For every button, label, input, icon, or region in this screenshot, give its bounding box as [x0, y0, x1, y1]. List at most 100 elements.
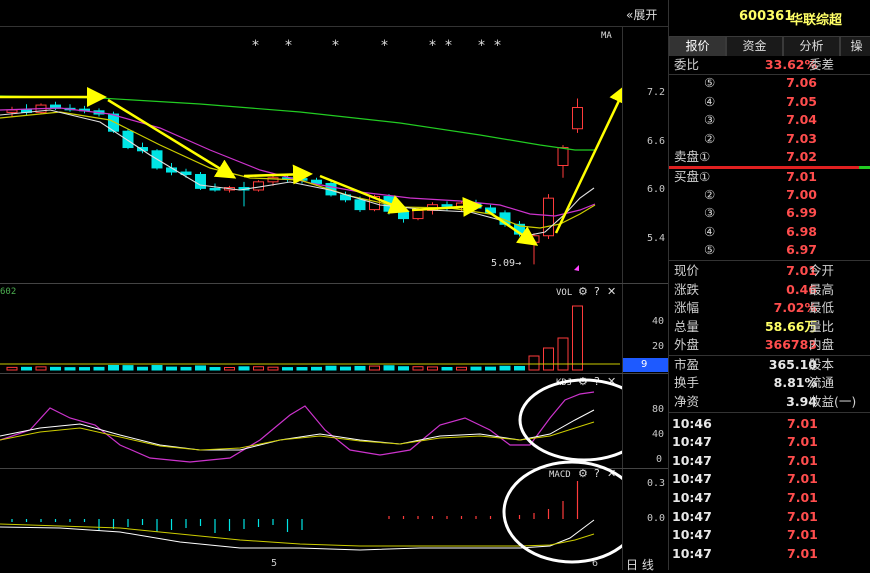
sell-level[interactable]: ④ 7.05 [669, 93, 870, 111]
level-label: ⑤ [704, 242, 716, 257]
level-price: 7.01 [786, 169, 817, 184]
tick-time: 10:47 [672, 434, 712, 449]
volume-bar [340, 366, 351, 371]
volume-bar [499, 365, 511, 371]
level-label: ② [704, 131, 716, 146]
tick-row: 10:46 7.01 [669, 415, 870, 433]
volume-bar [282, 367, 293, 371]
stock-code: 600361 [739, 9, 794, 24]
stat-label: 涨跌 [674, 282, 700, 297]
volume-bar [441, 366, 453, 371]
price-tick: 6.0 [647, 184, 666, 195]
stat-label: 今开 [809, 263, 835, 278]
volume-bar [21, 366, 32, 371]
volume-bar [209, 367, 221, 371]
fund-row: 换手 8.81% 流通 [669, 374, 870, 392]
tick-price: 7.01 [787, 509, 818, 524]
stat-label: 内盘 [809, 337, 835, 352]
level-label: ② [704, 187, 716, 202]
buy-level[interactable]: ② 7.00 [669, 186, 870, 204]
volume-bar [224, 367, 235, 371]
period-label[interactable]: 日 线 [626, 556, 654, 573]
buy-level[interactable]: ⑤ 6.97 [669, 241, 870, 259]
sell-level[interactable]: ⑤ 7.06 [669, 74, 870, 92]
volume-bar [6, 366, 18, 371]
buy-level[interactable]: 买盘① 7.01 [669, 168, 870, 186]
macd-tick: 0.0 [647, 513, 666, 524]
volume-bar [253, 366, 264, 371]
kline-chart[interactable]: «展开 * * * * * * * * MA 7.2 6.6 6.0 5.4 5… [0, 0, 668, 573]
buy-level[interactable]: ③ 6.99 [669, 204, 870, 222]
tick-time: 10:47 [672, 546, 712, 561]
volume-bar [296, 367, 308, 371]
expand-label: 展开 [633, 8, 658, 22]
axis-divider [622, 26, 623, 570]
sell-level[interactable]: ② 7.03 [669, 130, 870, 148]
ma-line-green [0, 95, 595, 151]
volume-bar [514, 365, 525, 371]
stat-row: 外盘 366783 内盘 [669, 336, 870, 354]
volume-bar [35, 366, 47, 371]
sell-level[interactable]: ③ 7.04 [669, 111, 870, 129]
candle-body [6, 109, 18, 113]
volume-bar [543, 347, 554, 371]
tab-quote[interactable]: 报价 [669, 36, 726, 56]
tab-funds[interactable]: 资金 [726, 36, 783, 56]
stat-label: 最低 [809, 300, 835, 315]
candle-body [543, 197, 554, 237]
stat-row: 涨幅 7.02% 最低 [669, 299, 870, 317]
tick-price: 7.01 [787, 490, 818, 505]
tick-price: 7.01 [787, 434, 818, 449]
vol-tick: 20 [652, 341, 665, 352]
fund-label: 换手 [674, 375, 700, 390]
level-label: ⑤ [704, 75, 716, 90]
tick-time: 10:47 [672, 453, 712, 468]
macd-tick: 0.3 [647, 478, 666, 489]
fund-label: 流通 [809, 375, 835, 390]
fund-row: 市盈 365.10 股本 [669, 356, 870, 374]
tick-row: 10:47 7.01 [669, 545, 870, 563]
volume-bar [50, 366, 61, 371]
volume-bar [122, 365, 134, 371]
quote-tabs: 报价 资金 分析 操 [669, 36, 870, 56]
stat-row: 涨跌 0.46 最高 [669, 281, 870, 299]
tick-price: 7.01 [787, 416, 818, 431]
kdj-tick: 40 [652, 429, 665, 440]
expand-button[interactable]: «展开 [626, 6, 657, 23]
level-price: 7.03 [786, 131, 817, 146]
divider [669, 260, 870, 261]
stat-label: 量比 [809, 319, 835, 334]
buy-level[interactable]: ④ 6.98 [669, 223, 870, 241]
price-tick: 5.4 [647, 233, 666, 244]
tick-time: 10:47 [672, 527, 712, 542]
trend-arrow [243, 164, 313, 185]
fund-row: 净资 3.94 收益(一) [669, 393, 870, 411]
macd-line-dea [0, 523, 595, 547]
sell-level[interactable]: 卖盘① 7.02 [669, 148, 870, 166]
volume-bar [267, 366, 279, 371]
volume-bar [456, 366, 467, 371]
tab-operate[interactable]: 操 [840, 36, 870, 56]
webi-label: 委比 [674, 57, 700, 72]
tab-analysis[interactable]: 分析 [783, 36, 840, 56]
stat-label: 外盘 [674, 337, 700, 352]
volume-bar [151, 365, 163, 371]
level-label: ③ [704, 205, 716, 220]
volume-bar [137, 366, 148, 371]
level-label: 买盘① [674, 169, 711, 184]
weicha-label: 委差 [809, 57, 835, 72]
volume-bar [398, 366, 409, 371]
fund-label: 市盈 [674, 357, 700, 372]
level-label: 卖盘① [674, 149, 711, 164]
volume-bar [166, 366, 177, 371]
stat-label: 最高 [809, 282, 835, 297]
stat-label: 涨幅 [674, 300, 700, 315]
candle-body [209, 187, 221, 191]
level-price: 6.97 [786, 242, 817, 257]
candle-body [441, 204, 453, 207]
stat-row: 现价 7.01 今开 [669, 262, 870, 280]
stat-label: 现价 [674, 263, 700, 278]
volume-bar [572, 305, 583, 371]
volume-bar [238, 366, 250, 371]
chart-plot [0, 83, 622, 564]
